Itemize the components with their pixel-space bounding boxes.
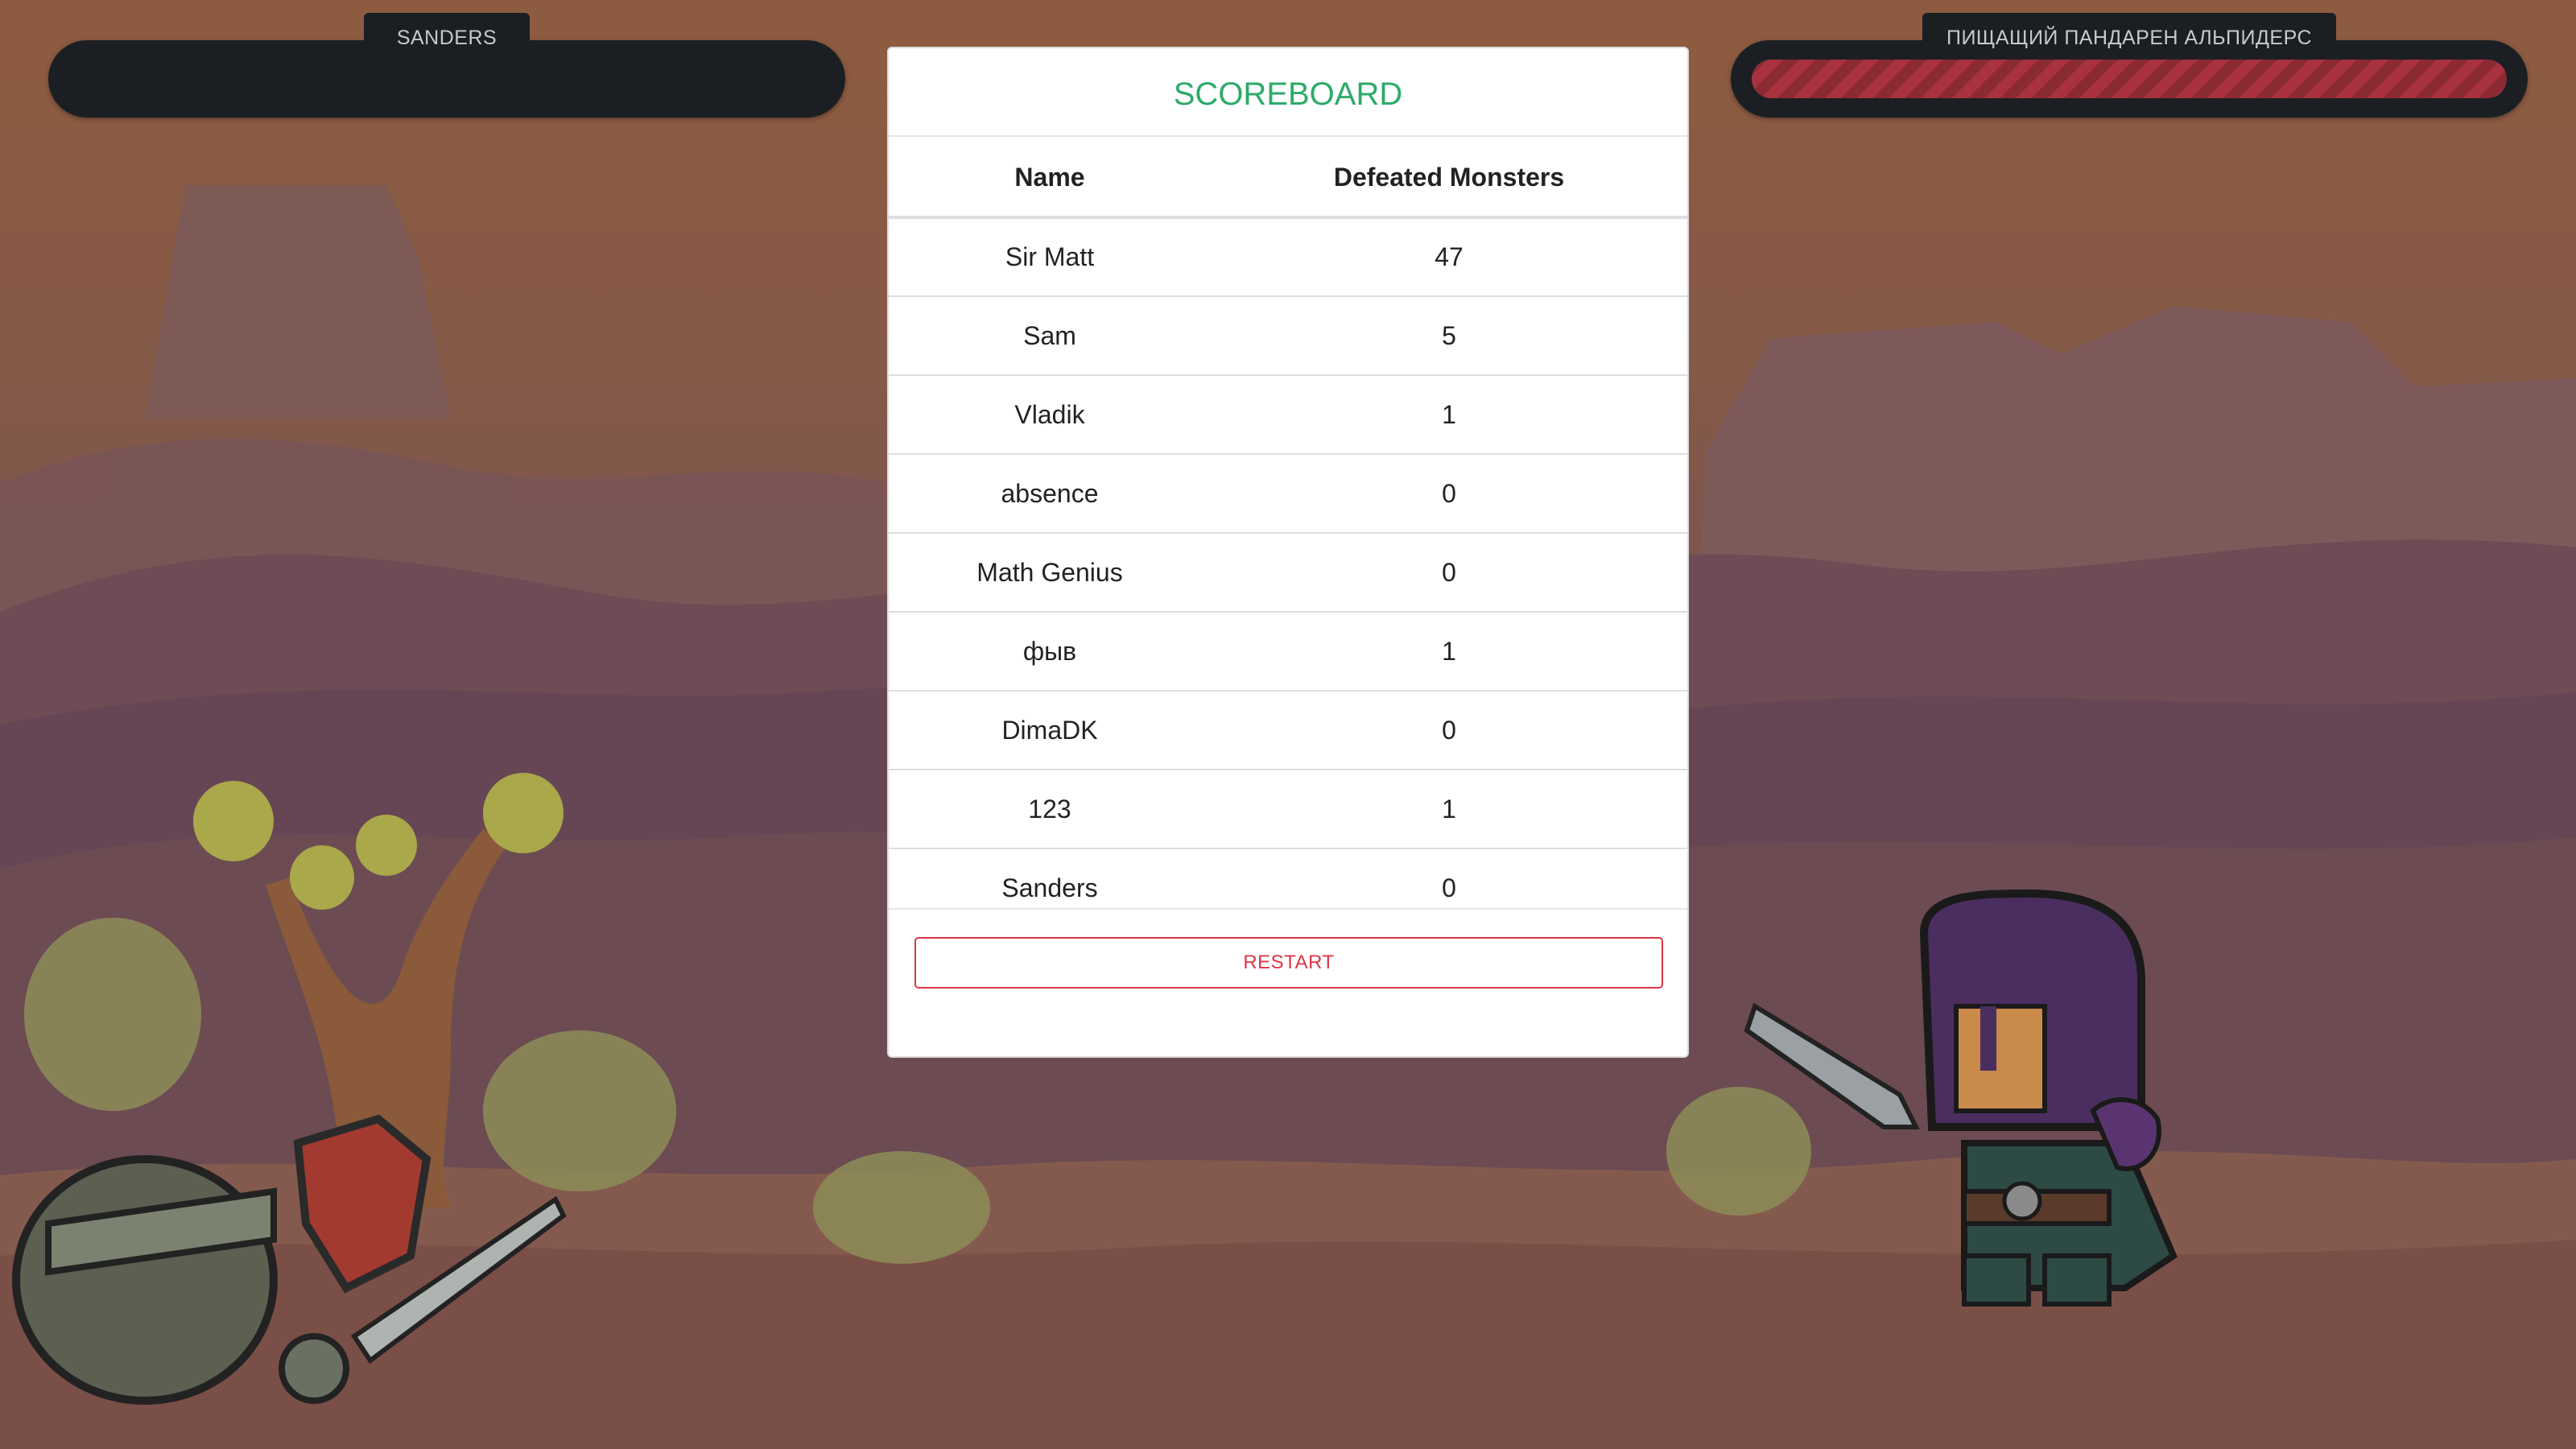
player-name-cell: Sam	[889, 296, 1211, 376]
player-name-cell: Sir Matt	[889, 217, 1211, 297]
player-health-bar	[48, 40, 845, 118]
table-row: Sanders 0	[889, 848, 1687, 927]
player-name-cell: absence	[889, 454, 1211, 534]
player-name-cell: DimaDK	[889, 691, 1211, 770]
enemy-health-bar	[1731, 40, 2528, 118]
player-name-cell: Sanders	[1001, 873, 1098, 902]
scoreboard-title: SCOREBOARD	[889, 48, 1687, 137]
table-row: Sir Matt 47	[889, 217, 1687, 297]
defeated-count-cell: 0	[1211, 454, 1687, 534]
table-header-row: Name Defeated Monsters	[889, 138, 1687, 219]
player-name-cell: Vladik	[889, 375, 1211, 455]
header-defeated-monsters: Defeated Monsters	[1211, 138, 1687, 219]
enemy-health-fill	[1752, 60, 2507, 98]
player-health: SANDERS	[48, 13, 845, 126]
table-row: absence 0	[889, 454, 1687, 534]
defeated-count-cell: 47	[1211, 217, 1687, 297]
player-name-cell: Math Genius	[889, 533, 1211, 613]
header-name: Name	[889, 138, 1211, 219]
player-name-cell: фыв	[889, 612, 1211, 691]
table-row: Math Genius 0	[889, 533, 1687, 613]
defeated-count-cell: 1	[1211, 770, 1687, 849]
defeated-count-cell: 0	[1211, 533, 1687, 613]
player-name-cell: 123	[889, 770, 1211, 849]
restart-button[interactable]: RESTART	[914, 937, 1663, 989]
enemy-name-tab: ПИЩАЩИЙ ПАНДАРЕН АЛЬПИДЕРС	[1922, 13, 2336, 52]
defeated-count-cell: 0	[1211, 691, 1687, 770]
scoreboard-modal: SCOREBOARD Name Defeated Monsters Sir Ma…	[887, 47, 1689, 1058]
scoreboard-footer: RESTART	[889, 908, 1687, 989]
defeated-count-cell: 0	[1442, 873, 1456, 902]
defeated-count-cell: 1	[1211, 612, 1687, 691]
table-row: Sam 5	[889, 296, 1687, 376]
player-name-tab: SANDERS	[364, 13, 530, 52]
table-row: DimaDK 0	[889, 691, 1687, 770]
table-row: 123 1	[889, 770, 1687, 849]
table-row: фыв 1	[889, 612, 1687, 691]
defeated-count-cell: 1	[1211, 375, 1687, 455]
scoreboard-table: Name Defeated Monsters Sir Matt 47 Sam 5…	[889, 138, 1687, 927]
table-row: Vladik 1	[889, 375, 1687, 455]
defeated-count-cell: 5	[1211, 296, 1687, 376]
enemy-health: ПИЩАЩИЙ ПАНДАРЕН АЛЬПИДЕРС	[1731, 13, 2528, 126]
